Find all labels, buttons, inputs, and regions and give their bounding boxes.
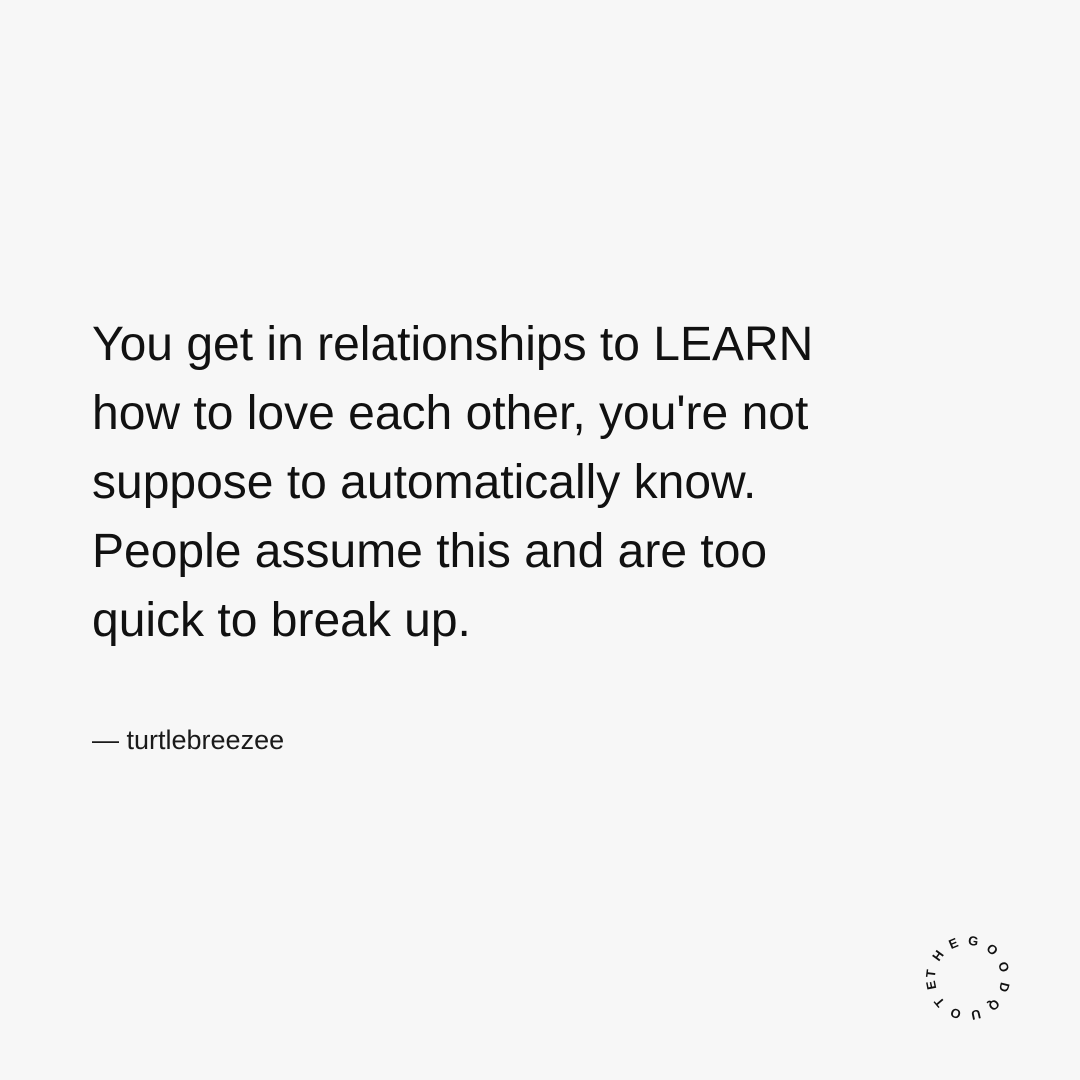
quote-line: You get in relationships to LEARN bbox=[92, 318, 814, 371]
quote-text: You get in relationships to LEARN how to… bbox=[92, 310, 992, 655]
quote-card: You get in relationships to LEARN how to… bbox=[0, 0, 1080, 1080]
quote-attribution: — turtlebreezee bbox=[92, 725, 285, 755]
thegoodquote-logo: THEGOODQUOTE bbox=[918, 928, 1018, 1028]
quote-line: suppose to automatically know. bbox=[92, 456, 757, 509]
quote-line: People assume this and are too bbox=[92, 525, 768, 578]
quote-line: how to love each other, you're not bbox=[92, 387, 809, 440]
quote-line: quick to break up. bbox=[92, 594, 471, 647]
logo-circular-text: THEGOODQUOTE bbox=[923, 933, 1013, 1023]
